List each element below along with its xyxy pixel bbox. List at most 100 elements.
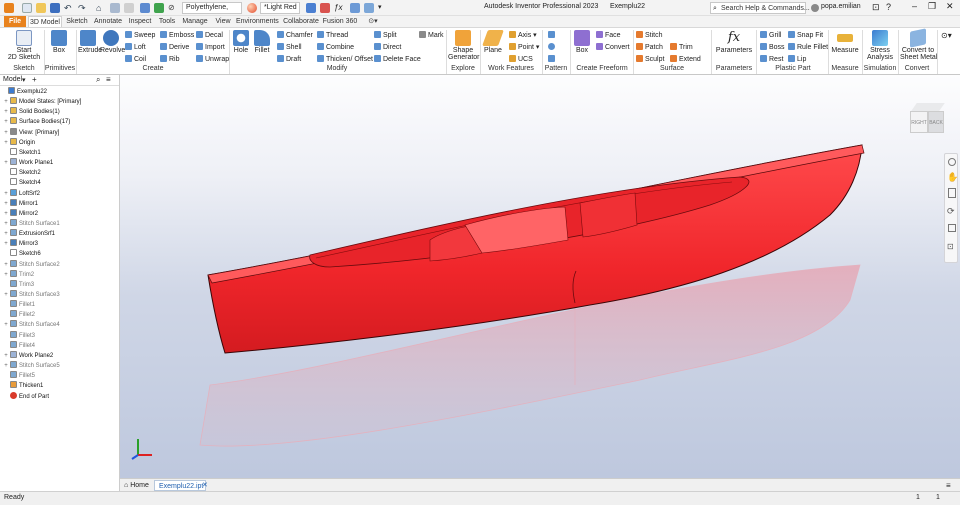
circ-pattern-button[interactable] [548, 43, 557, 51]
tree-item[interactable]: + Stitch Surface3 [3, 290, 60, 300]
tree-item[interactable]: Sketch1 [3, 147, 41, 158]
tree-item[interactable]: + ExtrusionSrf1 [3, 229, 55, 239]
coil-button[interactable]: Coil [125, 55, 146, 63]
browser-search-icon[interactable]: ⌕ [96, 75, 100, 85]
loft-button[interactable]: Loft [125, 43, 146, 51]
tab-file[interactable]: File [4, 16, 26, 27]
tree-item[interactable]: + View: [Primary] [3, 127, 59, 138]
tree-item[interactable]: Fillet3 [3, 330, 35, 341]
tab-collaborate[interactable]: Collaborate [282, 16, 320, 27]
fillet-button[interactable]: Fillet [253, 30, 271, 54]
tab-3d-model[interactable]: 3D Model [28, 16, 62, 27]
shell-button[interactable]: Shell [277, 43, 302, 51]
tree-item[interactable]: + Stitch Surface4 [3, 320, 60, 330]
boss-button[interactable]: Boss [760, 43, 785, 51]
expand-icon[interactable]: + [3, 107, 9, 117]
zoom-icon[interactable] [948, 188, 956, 198]
undo-icon[interactable]: ↶ [64, 3, 74, 13]
tab-fusion-360[interactable]: Fusion 360 [322, 16, 358, 27]
rect-pattern-button[interactable] [548, 31, 557, 39]
import-button[interactable]: Import [196, 43, 225, 51]
expand-icon[interactable]: + [3, 229, 9, 239]
tree-item[interactable]: Thicken1 [3, 381, 43, 391]
derive-button[interactable]: Derive [160, 43, 189, 51]
tree-item[interactable]: + Stitch Surface5 [3, 361, 60, 371]
tree-item[interactable]: Sketch4 [3, 178, 41, 188]
rule-fillet-button[interactable]: Rule Fillet [788, 43, 828, 51]
tree-item[interactable]: + Work Plane1 [3, 158, 53, 168]
tree-item[interactable]: Sketch2 [3, 168, 41, 178]
add-panel-icon[interactable]: + [32, 75, 37, 84]
measure-button[interactable]: Measure [831, 30, 859, 54]
select-icon[interactable] [124, 3, 134, 13]
thicken-offset-button[interactable]: Thicken/ Offset [317, 55, 373, 63]
tree-item[interactable]: Exemplu22 [1, 87, 47, 97]
doc-tab-home[interactable]: ⌂ Home [120, 480, 158, 491]
expand-icon[interactable]: + [3, 351, 9, 361]
viewcube-back-face[interactable]: BACK [928, 111, 944, 133]
appearance-icon[interactable] [154, 3, 164, 13]
browser-tab-model[interactable]: Model [3, 76, 22, 83]
convert-button[interactable]: Convert [596, 43, 630, 51]
tab-environments[interactable]: Environments [236, 16, 279, 27]
extend-button[interactable]: Extend [670, 55, 701, 63]
expand-icon[interactable]: + [3, 189, 9, 199]
direct-button[interactable]: Direct [374, 43, 401, 51]
minimize-icon[interactable]: – [912, 1, 917, 11]
mark-button[interactable]: Mark [419, 31, 444, 39]
axis-button[interactable]: Axis ▾ [509, 31, 537, 39]
material-select[interactable]: Polyethylene, [182, 2, 242, 14]
plane-button[interactable]: Plane [482, 30, 504, 54]
tab-sketch[interactable]: Sketch [64, 16, 90, 27]
appearance-select[interactable]: *Light Red [260, 2, 300, 14]
expand-icon[interactable]: + [3, 219, 9, 229]
viewcube[interactable]: RIGHT BACK [910, 103, 946, 135]
doc-tab-close-icon[interactable]: ✕ [198, 480, 212, 491]
expand-icon[interactable]: + [3, 158, 9, 168]
restore-icon[interactable]: ❐ [928, 1, 936, 12]
unwrap-button[interactable]: Unwrap [196, 55, 229, 63]
freeform-box-button[interactable]: Box [573, 30, 591, 54]
viewcube-top-face[interactable] [911, 103, 945, 111]
box-primitive-button[interactable]: Box [48, 30, 70, 54]
tab-manage[interactable]: Manage [180, 16, 210, 27]
tree-item[interactable]: Fillet1 [3, 300, 35, 310]
expand-icon[interactable]: + [3, 239, 9, 249]
tree-item[interactable]: + Mirror2 [3, 208, 38, 219]
lip-button[interactable]: Lip [788, 55, 806, 63]
pan-icon[interactable]: ✋ [947, 172, 958, 183]
delete-face-button[interactable]: Delete Face [374, 55, 421, 63]
tree-item[interactable]: Fillet2 [3, 310, 35, 320]
redo-icon[interactable]: ↷ [78, 3, 88, 13]
expand-icon[interactable]: + [3, 138, 9, 148]
tree-item[interactable]: Sketch6 [3, 249, 41, 259]
expand-icon[interactable]: + [3, 209, 9, 219]
sculpt-button[interactable]: Sculpt [636, 55, 664, 63]
split-button[interactable]: Split [374, 31, 397, 39]
thread-button[interactable]: Thread [317, 31, 348, 39]
full-navigation-wheel-icon[interactable] [948, 158, 956, 166]
new-file-icon[interactable] [22, 3, 32, 13]
patch-button[interactable]: Patch [636, 43, 663, 51]
hole-button[interactable]: Hole [232, 30, 250, 54]
rest-button[interactable]: Rest [760, 55, 783, 63]
tree-item[interactable]: + Stitch Surface1 [3, 218, 60, 229]
tab-annotate[interactable]: Annotate [92, 16, 124, 27]
ribbon-options-icon[interactable]: ⊙▾ [941, 31, 952, 40]
chamfer-button[interactable]: Chamfer [277, 31, 313, 39]
expand-icon[interactable]: + [3, 290, 9, 300]
tree-item[interactable]: + Mirror1 [3, 198, 38, 209]
expand-icon[interactable]: + [3, 361, 9, 371]
tree-item[interactable]: + Work Plane2 [3, 350, 53, 361]
point-button[interactable]: Point ▾ [509, 43, 539, 51]
start-2d-sketch-button[interactable]: Start 2D Sketch [6, 30, 42, 61]
tree-item[interactable]: + Stitch Surface2 [3, 259, 60, 270]
expand-icon[interactable]: + [3, 320, 9, 330]
clear-appearance-icon[interactable] [306, 3, 316, 13]
tree-item[interactable]: End of Part [3, 391, 49, 402]
extrude-button[interactable]: Extrude [78, 30, 102, 54]
user-icon[interactable] [811, 4, 819, 12]
tab-extra-icon[interactable]: ⊙▾ [366, 16, 380, 27]
model-svg[interactable] [120, 75, 960, 478]
cart-icon[interactable]: ⊡ [872, 2, 880, 13]
